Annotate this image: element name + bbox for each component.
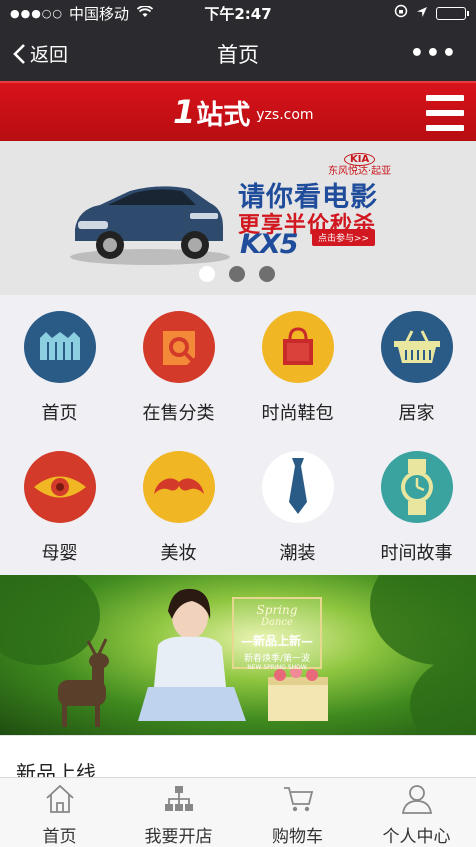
hamburger-menu-icon[interactable]	[426, 95, 464, 131]
tab-profile[interactable]: 个人中心	[357, 778, 476, 847]
category-home[interactable]: 首页	[0, 295, 119, 435]
kia-logo: KIA	[343, 153, 376, 166]
nav-bar: 返回 首页 •••	[0, 26, 476, 81]
category-beauty[interactable]: 美妆	[119, 435, 238, 575]
sign-line-dance: Dance	[261, 617, 293, 628]
category-label: 时间故事	[380, 543, 453, 564]
category-label: 在售分类	[142, 403, 215, 424]
category-on-sale[interactable]: 在售分类	[119, 295, 238, 435]
logo-text: 站式	[196, 99, 251, 131]
sign-line-spring: Spring	[256, 603, 298, 617]
more-menu-button[interactable]: •••	[410, 41, 458, 66]
tab-open-store[interactable]: 我要开店	[119, 778, 238, 847]
tab-home[interactable]: 首页	[0, 778, 119, 847]
bottom-tab-bar: 首页 我要开店 购物车 个人中心	[0, 777, 476, 847]
battery-icon	[436, 6, 469, 20]
cart-icon	[283, 787, 313, 812]
category-label: 时尚鞋包	[261, 403, 334, 424]
back-label: 返回	[30, 44, 69, 66]
mustache-icon	[142, 451, 215, 523]
category-fashion[interactable]: 潮装	[238, 435, 357, 575]
tab-cart[interactable]: 购物车	[238, 778, 357, 847]
sign-line-english: NEW SPRING SHOW	[247, 664, 307, 671]
necktie-icon	[261, 451, 334, 523]
category-mother-baby[interactable]: 母婴	[0, 435, 119, 575]
category-label: 潮装	[279, 543, 316, 564]
chevron-left-icon	[13, 43, 25, 64]
category-shoes-bags[interactable]: 时尚鞋包	[238, 295, 357, 435]
tab-label: 首页	[42, 827, 77, 847]
watch-icon	[380, 451, 453, 523]
location-icon	[416, 4, 428, 22]
status-bar: ●●●○○ 中国移动 下午2:47	[0, 0, 476, 26]
category-label: 母婴	[41, 543, 78, 564]
sign-line-season: 新春焕季/第一波	[243, 654, 311, 664]
user-icon	[401, 785, 432, 814]
tab-label: 个人中心	[382, 827, 451, 847]
tab-label: 我要开店	[144, 827, 213, 847]
basket-icon	[380, 311, 453, 383]
category-label: 首页	[41, 403, 78, 424]
site-logo[interactable]: 1 站式 yzs.com	[173, 91, 314, 133]
logo-domain: yzs.com	[256, 107, 314, 123]
carrier-name: 中国移动	[69, 4, 130, 23]
orientation-lock-icon	[394, 4, 408, 22]
sign-line-new: —新品上新—	[240, 634, 313, 648]
category-time-story[interactable]: 时间故事	[357, 435, 476, 575]
brand-header: 1 站式 yzs.com	[0, 81, 476, 141]
banner-cta-button[interactable]: 点击参与>>	[312, 229, 376, 246]
banner-model: KX5	[240, 229, 299, 260]
wifi-icon	[136, 4, 154, 22]
category-label: 居家	[398, 403, 435, 424]
pager-dot[interactable]	[199, 266, 215, 282]
home-icon	[45, 784, 74, 813]
category-grid: 首页 在售分类 时尚鞋包 居家 母婴 美妆 潮装 时间故事	[0, 295, 476, 575]
category-home-living[interactable]: 居家	[357, 295, 476, 435]
pager-dot[interactable]	[229, 266, 245, 282]
back-button[interactable]: 返回	[12, 40, 68, 67]
signal-indicator: ●●●○○	[10, 6, 63, 20]
kia-brand-mark: KIA 东风悦达·起亚	[328, 153, 391, 177]
category-label: 美妆	[160, 543, 197, 564]
new-arrival-sign: Spring Dance —新品上新— 新春焕季/第一波 NEW SPRING …	[232, 597, 322, 671]
eye-icon	[23, 451, 96, 523]
tab-label: 购物车	[272, 827, 323, 847]
logo-numeral: 1	[173, 93, 196, 131]
spring-new-arrivals-banner[interactable]: Spring Dance —新品上新— 新春焕季/第一波 NEW SPRING …	[0, 575, 476, 735]
promo-banner[interactable]: KIA 东风悦达·起亚 请你看电影 更享半价秒杀 KX5 点击参与>>	[0, 141, 476, 295]
banner-pager	[199, 266, 275, 282]
crown-icon	[23, 311, 96, 383]
page-title: 首页	[217, 42, 259, 67]
gift-box	[268, 666, 328, 721]
new-products-section: 新品上线	[0, 735, 476, 785]
sitemap-icon	[164, 786, 193, 811]
search-bubble-icon	[142, 311, 215, 383]
pager-dot[interactable]	[259, 266, 275, 282]
suv-car-image	[70, 186, 230, 265]
handbag-icon	[261, 311, 334, 383]
